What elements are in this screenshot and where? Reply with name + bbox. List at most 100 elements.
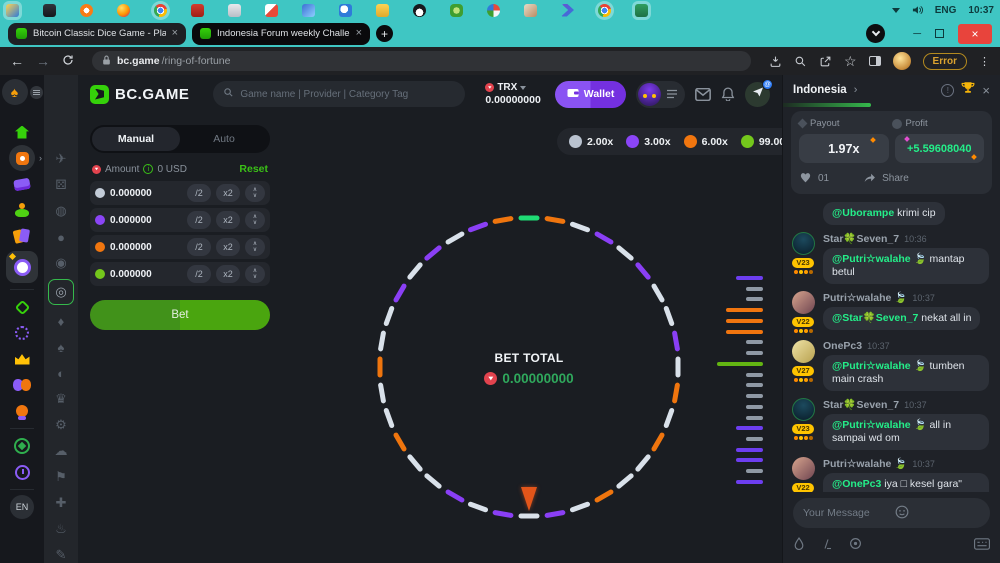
user-avatar[interactable]	[792, 291, 815, 314]
back-button[interactable]: ←	[10, 54, 24, 68]
browser-menu-icon[interactable]: ⋮	[979, 55, 990, 68]
chat-toggle-button[interactable]: @	[745, 82, 770, 107]
game-icon-beauty[interactable]: ♛	[48, 389, 74, 409]
browser-profile-avatar[interactable]	[893, 52, 911, 70]
messages-icon[interactable]	[695, 88, 711, 101]
rain-tip-icon[interactable]	[793, 537, 805, 555]
game-icon-crash[interactable]: ✈	[48, 149, 74, 169]
game-icon-keno[interactable]: ☁	[48, 441, 74, 461]
user-mention[interactable]: @Putri☆walahe 🍃	[832, 253, 927, 265]
taskbar-icon-ebook[interactable]	[191, 4, 204, 17]
sidebar-item-home[interactable]	[0, 119, 44, 145]
stepper-down-icon[interactable]: ∨	[253, 274, 257, 280]
side-panel-icon[interactable]	[869, 56, 881, 66]
game-icon-roulette[interactable]: ⚙	[48, 415, 74, 435]
taskbar-icon-chrome-active[interactable]	[598, 4, 611, 17]
new-tab-button[interactable]: +	[376, 25, 393, 42]
stepper-down-icon[interactable]: ∨	[253, 193, 257, 199]
forward-button[interactable]: →	[36, 54, 50, 68]
clock[interactable]: 10:37	[968, 5, 994, 16]
taskbar-icon-excel[interactable]	[635, 4, 648, 17]
chat-room-name[interactable]: Indonesia	[793, 84, 847, 96]
profile-menu[interactable]	[636, 81, 685, 108]
game-icon-video-poker[interactable]: ✎	[48, 545, 74, 563]
error-button[interactable]: Error	[923, 53, 967, 70]
game-icon-cave[interactable]: ⚑	[48, 467, 74, 487]
user-mention[interactable]: @Uborampe	[832, 207, 894, 219]
zoom-icon[interactable]	[794, 55, 807, 68]
sidebar-item-ring-of-fortune-active[interactable]	[0, 249, 44, 285]
half-bet-button[interactable]: /2	[187, 211, 211, 229]
username[interactable]: Star🍀Seven_7	[823, 232, 899, 245]
stepper-down-icon[interactable]: ∨	[253, 247, 257, 253]
half-bet-button[interactable]: /2	[187, 238, 211, 256]
window-maximize-button[interactable]	[935, 29, 944, 38]
coin-drop-icon[interactable]	[849, 537, 862, 555]
sidebar-item-lucky-spin[interactable]	[0, 320, 44, 346]
taskbar-icon-photo-viewer[interactable]	[43, 4, 56, 17]
game-icon-goal[interactable]: ◉	[48, 253, 74, 273]
double-bet-button[interactable]: x2	[216, 211, 240, 229]
browser-tab-2[interactable]: Indonesia Forum weekly Challeng ×	[192, 23, 370, 45]
bet-button[interactable]: Bet	[90, 300, 270, 330]
info-icon[interactable]: i	[143, 164, 153, 174]
user-mention[interactable]: @OnePc3	[832, 478, 881, 490]
reset-button[interactable]: Reset	[239, 163, 268, 175]
chevron-right-icon[interactable]: ›	[854, 84, 858, 96]
slash-command-icon[interactable]	[821, 537, 833, 555]
amount-stepper[interactable]: ∧∨	[245, 238, 265, 256]
amount-stepper[interactable]: ∧∨	[245, 211, 265, 229]
user-mention[interactable]: @Putri☆walahe 🍃	[832, 360, 927, 372]
balance-selector[interactable]: TRX 0.00000000	[485, 82, 540, 106]
user-avatar[interactable]	[792, 340, 815, 363]
window-minimize-button[interactable]: ─	[913, 28, 921, 40]
taskbar-icon-paint-3d[interactable]	[524, 4, 537, 17]
user-mention[interactable]: @Star🍀Seven_7	[832, 312, 918, 324]
game-icon-dice[interactable]: ⚄	[48, 175, 74, 195]
stepper-down-icon[interactable]: ∨	[253, 220, 257, 226]
tray-chevron-icon[interactable]	[892, 8, 900, 13]
taskbar-icon-green-app[interactable]	[450, 4, 463, 17]
game-icon-lottery[interactable]: ◍	[48, 201, 74, 221]
username[interactable]: Star🍀Seven_7	[823, 398, 899, 411]
sidebar-item-streamer[interactable]	[0, 197, 44, 223]
chat-message-input[interactable]: Your Message	[793, 498, 990, 528]
refresh-button[interactable]	[62, 54, 74, 68]
user-avatar[interactable]	[792, 398, 815, 421]
share-label[interactable]: Share	[882, 173, 909, 184]
like-heart-icon[interactable]	[799, 171, 812, 186]
sidebar-item-vip-club[interactable]	[0, 433, 44, 459]
language-button[interactable]: EN	[0, 494, 44, 520]
sidebar-item-recent[interactable]	[0, 459, 44, 485]
tab-manual[interactable]: Manual	[92, 127, 180, 151]
taskbar-icon-notepad[interactable]	[228, 4, 241, 17]
amount-stepper[interactable]: ∧∨	[245, 184, 265, 202]
taskbar-icon-paint[interactable]	[265, 4, 278, 17]
double-bet-button[interactable]: x2	[216, 238, 240, 256]
tab-search-button[interactable]	[866, 24, 885, 43]
half-bet-button[interactable]: /2	[187, 265, 211, 283]
user-mention[interactable]: @Putri☆walahe 🍃	[832, 419, 927, 431]
bet-amount-value[interactable]: 0.000000	[110, 242, 182, 253]
user-avatar[interactable]	[792, 457, 815, 480]
taskbar-icon-pinwheel-app[interactable]	[487, 4, 500, 17]
chat-bubble[interactable]: @OnePc3 iya □ kesel gara" lunamayat	[823, 473, 989, 492]
chat-bubble[interactable]: @Uborampe krimi cip	[823, 202, 945, 225]
bet-amount-value[interactable]: 0.000000	[110, 215, 182, 226]
username[interactable]: OnePc3	[823, 340, 862, 352]
taskbar-icon-image-editor[interactable]	[302, 4, 315, 17]
double-bet-button[interactable]: x2	[216, 265, 240, 283]
gif-keyboard-icon[interactable]	[974, 537, 990, 555]
share-icon[interactable]	[819, 55, 832, 68]
game-search-input[interactable]: Game name | Provider | Category Tag	[213, 81, 465, 107]
game-icon-plinko[interactable]: ●	[48, 227, 74, 247]
chat-close-icon[interactable]: ×	[982, 83, 990, 98]
game-icon-wheel[interactable]: ✚	[48, 493, 74, 513]
sidebar-item-bonus[interactable]	[0, 294, 44, 320]
sidebar-collapse-button[interactable]	[30, 86, 43, 99]
chat-bubble[interactable]: @Putri☆walahe 🍃 mantap betul	[823, 248, 989, 284]
taskbar-icon-media-player[interactable]	[80, 4, 93, 17]
browser-tab-1[interactable]: Bitcoin Classic Dice Game - Play | ×	[8, 23, 186, 45]
username[interactable]: Putri☆walahe 🍃	[823, 457, 907, 470]
volume-icon[interactable]	[912, 5, 923, 15]
